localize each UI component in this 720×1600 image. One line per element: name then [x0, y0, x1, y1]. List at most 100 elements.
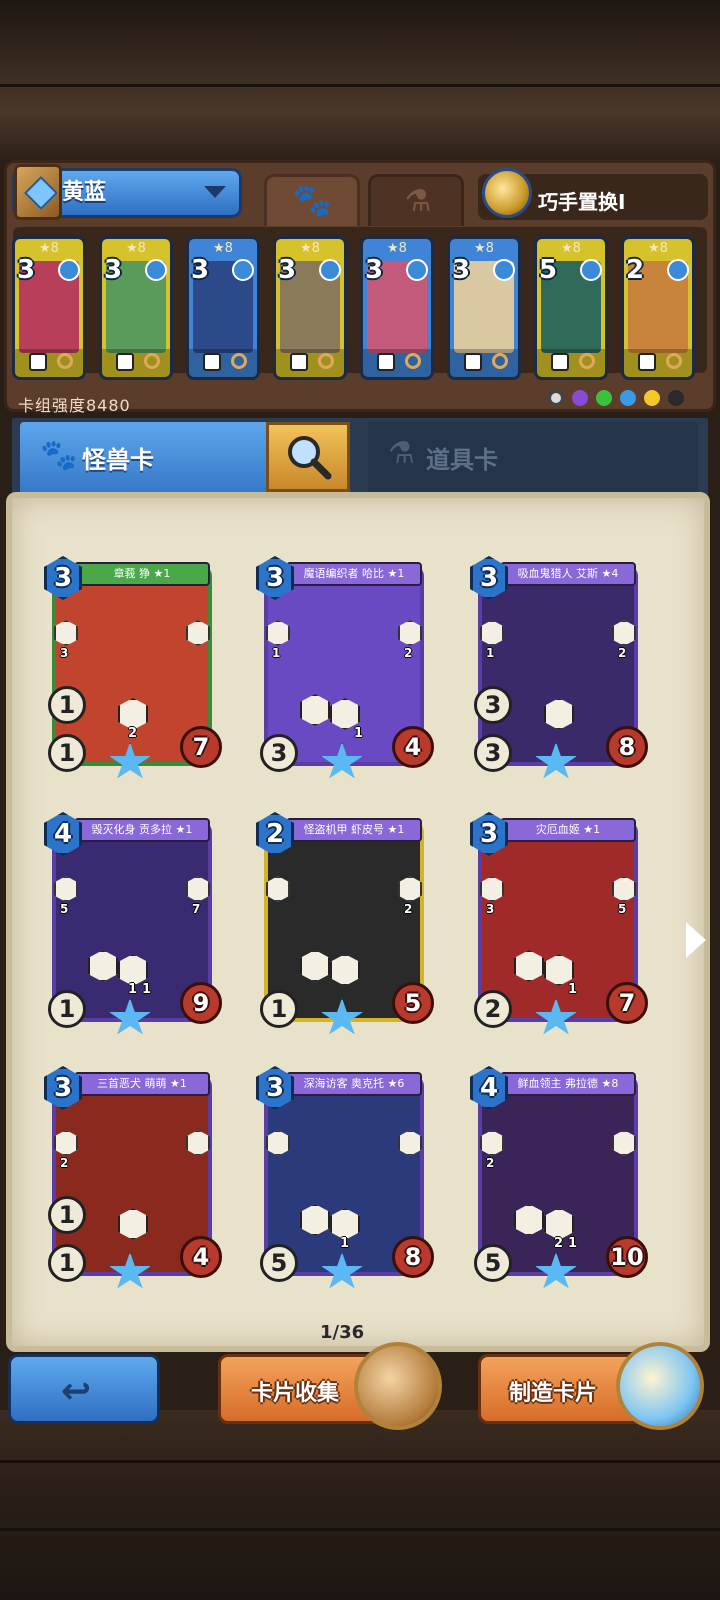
range-stat: 1 — [48, 1196, 86, 1234]
attack-stat: 1 — [48, 990, 86, 1028]
monster-card[interactable]: 魔语编织者 哈比 ★1 3 1 2 3 1 4 — [256, 556, 434, 784]
element-icon — [232, 259, 254, 281]
card-footer — [15, 349, 83, 377]
dice-icon — [377, 353, 395, 371]
card-name: 深海访客 奥克托 ★6 — [286, 1072, 422, 1096]
health-stat: 9 — [180, 982, 222, 1024]
card-cost: 3 — [17, 255, 36, 285]
health-stat: 10 — [606, 1236, 648, 1278]
card-name: 灾厄血姬 ★1 — [500, 818, 636, 842]
monster-card[interactable]: 吸血鬼猎人 艾斯 ★4 3 1 2 3 3 8 — [470, 556, 648, 784]
health-stat: 7 — [180, 726, 222, 768]
card-cost: 3 — [53, 1073, 73, 1103]
tab-monster-label: 怪兽卡 — [82, 446, 154, 474]
card-cost: 3 — [452, 255, 471, 285]
deck-name: 黄蓝 — [62, 180, 107, 205]
health-stat: 4 — [180, 1236, 222, 1278]
attack-stat: 1 — [260, 990, 298, 1028]
attack-stat: 1 — [48, 734, 86, 772]
attack-stat: 5 — [260, 1244, 298, 1282]
card-cost: 3 — [53, 563, 73, 593]
attack-stat: 1 — [48, 1244, 86, 1282]
key-icon — [666, 353, 682, 369]
deck-card[interactable]: ★8 5 — [534, 236, 608, 380]
monster-card[interactable]: 毁灭化身 贡多拉 ★1 4 5 7 1 1 1 9 — [44, 812, 222, 1040]
dice-icon — [638, 353, 656, 371]
element-icon — [493, 259, 515, 281]
search-icon — [288, 436, 332, 480]
top-wood-background — [0, 0, 720, 160]
deck-book-icon — [14, 164, 62, 220]
bottom-wood-background — [0, 1410, 720, 1600]
craft-potion-icon[interactable] — [616, 1342, 704, 1430]
attack-stat: 3 — [260, 734, 298, 772]
card-name: 毁灭化身 贡多拉 ★1 — [74, 818, 210, 842]
card-cost: 3 — [278, 255, 297, 285]
green-element-icon — [596, 390, 612, 406]
skill-value: 1 — [568, 982, 578, 997]
card-cost: 3 — [104, 255, 123, 285]
skill-value: 1 — [354, 726, 364, 741]
deck-card[interactable]: ★8 3 — [273, 236, 347, 380]
card-name: 三首恶犬 萌萌 ★1 — [74, 1072, 210, 1096]
monster-card[interactable]: 深海访客 奥克托 ★6 3 5 1 8 — [256, 1066, 434, 1294]
yellow-element-icon — [644, 390, 660, 406]
card-cost: 3 — [479, 819, 499, 849]
ability-value: 7 — [192, 902, 201, 916]
element-icon — [406, 259, 428, 281]
attack-stat: 5 — [474, 1244, 512, 1282]
tab-item-cards[interactable]: ⚗ 道具卡 — [368, 422, 698, 492]
attack-stat: 3 — [474, 734, 512, 772]
card-cost: 2 — [265, 819, 285, 849]
deck-card[interactable]: ★8 3 — [99, 236, 173, 380]
monster-card[interactable]: 三首恶犬 萌萌 ★1 3 2 1 1 4 — [44, 1066, 222, 1294]
monster-card[interactable]: 章莪 狰 ★1 3 3 1 1 2 7 — [44, 556, 222, 784]
ability-value: 2 — [618, 646, 627, 660]
card-cost: 3 — [265, 1073, 285, 1103]
ability-value: 1 — [486, 646, 495, 660]
neutral-element-icon — [548, 390, 564, 406]
card-name: 吸血鬼猎人 艾斯 ★4 — [500, 562, 636, 586]
dice-icon — [29, 353, 47, 371]
deck-card[interactable]: ★8 3 — [360, 236, 434, 380]
deck-card[interactable]: ★8 3 — [447, 236, 521, 380]
card-name: 鲜血领主 弗拉德 ★8 — [500, 1072, 636, 1096]
deck-card[interactable]: ★8 3 — [12, 236, 86, 380]
card-name: 魔语编织者 哈比 ★1 — [286, 562, 422, 586]
tab-monster-cards[interactable]: 🐾 怪兽卡 — [20, 422, 266, 492]
card-footer — [624, 349, 692, 377]
card-cost: 4 — [53, 819, 73, 849]
key-icon — [231, 353, 247, 369]
deck-card[interactable]: ★8 3 — [186, 236, 260, 380]
ability-value: 2 — [486, 1156, 495, 1170]
deck-power: 卡组强度8480 — [18, 396, 131, 415]
element-icon — [667, 259, 689, 281]
health-stat: 8 — [606, 726, 648, 768]
key-icon — [405, 353, 421, 369]
monster-card[interactable]: 灾厄血姬 ★1 3 3 5 2 1 7 — [470, 812, 648, 1040]
card-footer — [102, 349, 170, 377]
key-icon — [57, 353, 73, 369]
next-page-arrow[interactable] — [686, 922, 706, 958]
attack-stat: 2 — [474, 990, 512, 1028]
back-button[interactable]: ↩ — [8, 1354, 160, 1424]
ability-value: 2 — [404, 902, 413, 916]
back-arrow-icon: ↩ — [61, 1371, 92, 1412]
skill-value: 2 — [554, 1236, 564, 1251]
purple-element-icon — [572, 390, 588, 406]
card-cost: 4 — [479, 1073, 499, 1103]
card-collection-label: 卡片收集 — [251, 1381, 340, 1406]
chevron-down-icon[interactable] — [204, 186, 226, 198]
element-icon — [580, 259, 602, 281]
card-cost: 3 — [365, 255, 384, 285]
monster-card[interactable]: 怪盗机甲 虾皮号 ★1 2 2 1 5 — [256, 812, 434, 1040]
dice-icon — [551, 353, 569, 371]
card-cost: 3 — [191, 255, 210, 285]
deck-card[interactable]: ★8 2 — [621, 236, 695, 380]
key-icon — [318, 353, 334, 369]
swap-skill-label: 巧手置换I — [538, 190, 626, 214]
monster-card[interactable]: 鲜血领主 弗拉德 ★8 4 2 5 2 1 10 — [470, 1066, 648, 1294]
skill-value: 2 — [128, 726, 138, 741]
key-icon — [492, 353, 508, 369]
card-pack-icon[interactable] — [354, 1342, 442, 1430]
